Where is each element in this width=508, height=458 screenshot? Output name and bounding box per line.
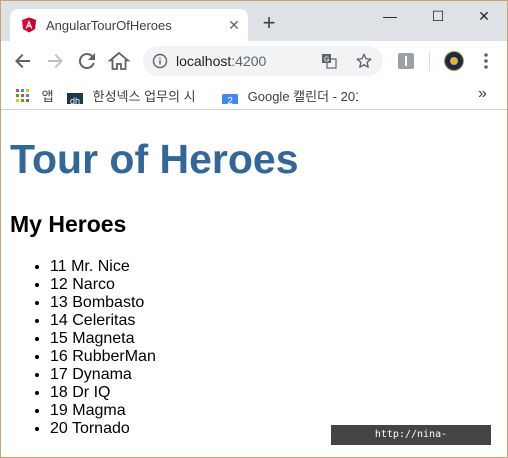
hero-id: 16 (50, 348, 68, 365)
heroes-heading: My Heroes (10, 211, 127, 237)
hero-list-item[interactable]: 20 Tornado (50, 420, 156, 438)
hero-list-item[interactable]: 19 Magma (50, 402, 156, 420)
home-icon (107, 51, 131, 70)
profile-avatar[interactable] (444, 51, 464, 71)
bookmarks-bar: 앱 dh 한성넥스 업무의 시 2 Google 캘린더 - 201 » (1, 81, 507, 110)
hero-name: Tornado (71, 420, 130, 437)
hero-id: 17 (50, 366, 68, 383)
hero-id: 18 (50, 384, 68, 401)
maximize-button[interactable]: ☐ (415, 1, 461, 31)
hero-list-item[interactable]: 14 Celeritas (50, 312, 156, 330)
info-icon[interactable] (152, 53, 168, 74)
hero-name: RubberMan (72, 348, 156, 365)
hero-list-item[interactable]: 15 Magneta (50, 330, 156, 348)
hero-list-item[interactable]: 13 Bombasto (50, 294, 156, 312)
bookmark-label: 앱 (41, 89, 54, 104)
translate-icon[interactable]: G (321, 53, 337, 74)
reload-button[interactable] (75, 49, 99, 73)
hero-id: 19 (50, 402, 68, 419)
page-content: Tour of Heroes My Heroes 11 Mr. Nice12 N… (1, 110, 507, 457)
page-title: Tour of Heroes (10, 136, 299, 182)
bookmark-star-icon[interactable] (355, 52, 373, 75)
back-button[interactable] (11, 49, 35, 73)
bookmark-label: Google 캘린더 - 201 (247, 89, 358, 104)
address-bar[interactable]: localhost:4200 G (143, 46, 383, 76)
hero-list-item[interactable]: 11 Mr. Nice (50, 258, 156, 276)
dh-icon: dh (67, 93, 83, 104)
hero-id: 14 (50, 312, 68, 329)
hero-id: 15 (50, 330, 68, 347)
bookmark-hansung[interactable]: dh 한성넥스 업무의 시 (67, 86, 212, 104)
forward-arrow-icon (48, 54, 63, 68)
watermark-text: http://nina-life.tistory.com (331, 425, 491, 457)
url-host: localhost (176, 53, 232, 69)
tab-angular-tour-of-heroes[interactable]: AngularTourOfHeroes ✕ (10, 9, 248, 41)
browser-window: AngularTourOfHeroes ✕ + — ☐ ✕ localhost:… (0, 0, 508, 458)
hero-list-item[interactable]: 17 Dynama (50, 366, 156, 384)
hero-name: Narco (72, 276, 115, 293)
hero-list-item[interactable]: 12 Narco (50, 276, 156, 294)
calendar-icon: 2 (222, 94, 238, 104)
bookmarks-overflow-button[interactable]: » (478, 86, 494, 104)
hero-name: Magneta (72, 330, 135, 347)
svg-text:G: G (324, 57, 329, 64)
hero-name: Bombasto (72, 294, 145, 311)
tab-strip: AngularTourOfHeroes ✕ + — ☐ ✕ (1, 1, 507, 41)
hero-id: 11 (50, 258, 67, 275)
angular-icon (21, 17, 37, 33)
home-button[interactable] (107, 49, 131, 73)
bookmark-apps[interactable]: 앱 (16, 86, 56, 104)
extension-icon[interactable] (398, 53, 414, 69)
url-port: :4200 (231, 53, 267, 69)
minimize-button[interactable]: — (367, 1, 413, 31)
hero-name: Dynama (72, 366, 132, 383)
url-text[interactable]: localhost:4200 (176, 53, 266, 69)
hero-id: 13 (50, 294, 68, 311)
menu-button[interactable] (474, 49, 498, 73)
bookmark-google-calendar[interactable]: 2 Google 캘린더 - 201 (222, 86, 358, 104)
close-window-button[interactable]: ✕ (461, 1, 507, 31)
hero-name: Mr. Nice (71, 258, 130, 275)
hero-name: Celeritas (72, 312, 136, 329)
hero-id: 12 (50, 276, 68, 293)
back-arrow-icon (15, 54, 30, 68)
heroes-list: 11 Mr. Nice12 Narco13 Bombasto14 Celerit… (1, 258, 156, 438)
more-vertical-icon (484, 53, 488, 69)
browser-toolbar: localhost:4200 G (1, 41, 507, 81)
hero-list-item[interactable]: 18 Dr IQ (50, 384, 156, 402)
forward-button[interactable] (43, 49, 67, 73)
hero-name: Magma (72, 402, 126, 419)
hero-id: 20 (50, 420, 68, 437)
hero-name: Dr IQ (72, 384, 111, 401)
hero-list-item[interactable]: 16 RubberMan (50, 348, 156, 366)
bookmark-label: 한성넥스 업무의 시 (92, 89, 196, 104)
tab-close-icon[interactable]: ✕ (226, 17, 242, 33)
apps-grid-icon (16, 89, 29, 102)
tab-title: AngularTourOfHeroes (46, 18, 172, 33)
reload-icon (78, 53, 95, 70)
new-tab-button[interactable]: + (259, 12, 279, 34)
toolbar-divider (429, 51, 430, 71)
